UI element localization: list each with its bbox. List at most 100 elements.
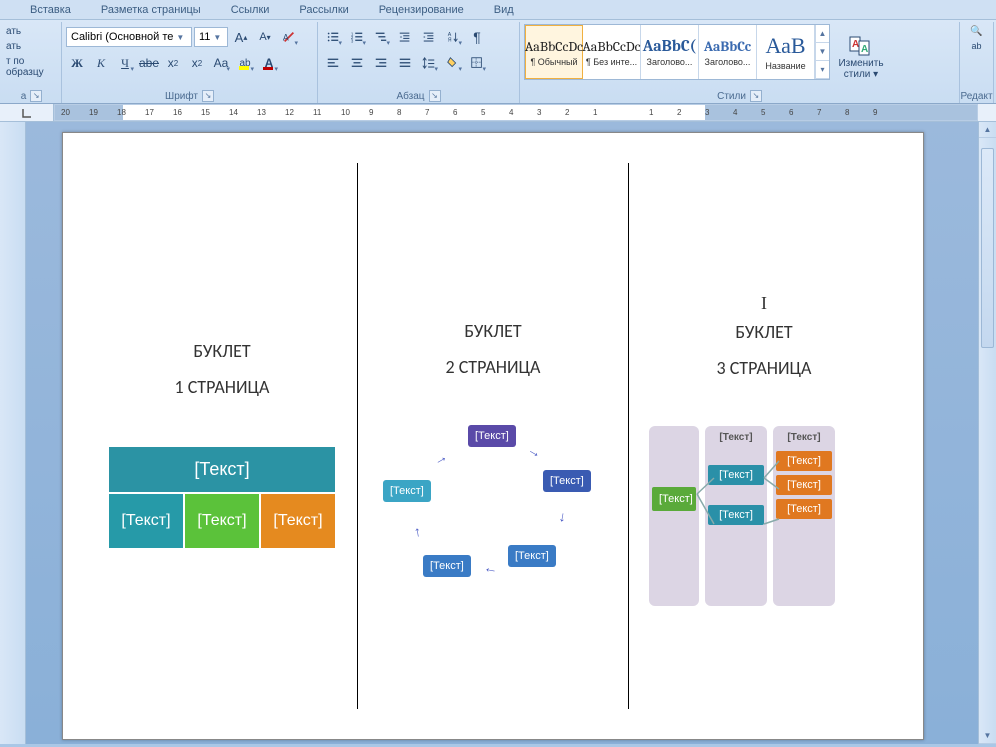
table-cell[interactable]: [Текст] — [184, 493, 260, 549]
italic-button[interactable]: К — [90, 52, 112, 74]
font-dialog-launcher[interactable]: ↘ — [202, 90, 214, 102]
scroll-track[interactable] — [979, 138, 996, 728]
cycle-node[interactable]: [Текст] — [543, 470, 591, 492]
column-2: БУКЛЕТ 2 СТРАНИЦА [Текст] [Текст] [Текст… — [358, 163, 629, 709]
table-cell[interactable]: [Текст] — [260, 493, 336, 549]
change-case-button[interactable]: Aa — [210, 52, 232, 74]
arrow-icon: → — [556, 510, 574, 527]
find-button[interactable]: 🔍 — [964, 24, 989, 39]
subscript-button[interactable]: x2 — [162, 52, 184, 74]
cut-button[interactable]: ать — [6, 24, 57, 39]
hier-col-label: [Текст] — [705, 432, 767, 443]
decrease-indent-button[interactable] — [394, 26, 416, 48]
svg-text:A: A — [283, 33, 289, 43]
shrink-font-button[interactable]: A▾ — [254, 26, 276, 48]
document-scroll[interactable]: БУКЛЕТ 1 СТРАНИЦА [Текст] [Текст] [Текст… — [26, 122, 978, 744]
tab-mailings[interactable]: Рассылки — [299, 4, 348, 16]
cycle-node[interactable]: [Текст] — [423, 555, 471, 577]
scroll-thumb[interactable] — [981, 148, 994, 348]
font-size-value: 11 — [199, 31, 210, 43]
table-header[interactable]: [Текст] — [108, 446, 336, 493]
multilevel-button[interactable] — [370, 26, 392, 48]
style-sample: AaBbCc — [704, 38, 751, 55]
superscript-button[interactable]: x2 — [186, 52, 208, 74]
gallery-scroll: ▲ ▼ ▾ — [815, 25, 829, 79]
style-title[interactable]: АаВ Название — [757, 25, 815, 79]
align-center-button[interactable] — [346, 52, 368, 74]
vertical-ruler[interactable] — [0, 122, 26, 744]
cycle-node[interactable]: [Текст] — [383, 480, 431, 502]
smartart-hierarchy[interactable]: [Текст] [Текст] [Текст] [Текст] [Текст] … — [649, 426, 879, 606]
gallery-scroll-down[interactable]: ▼ — [816, 43, 829, 61]
grow-font-button[interactable]: A▴ — [230, 26, 252, 48]
highlight-color-button[interactable]: ab — [234, 52, 256, 74]
style-heading1[interactable]: AaBbC( Заголово... — [641, 25, 699, 79]
style-nospacing[interactable]: AaBbCcDc ¶ Без инте... — [583, 25, 641, 79]
bullets-button[interactable] — [322, 26, 344, 48]
scroll-down-button[interactable]: ▼ — [979, 728, 996, 744]
strikethrough-button[interactable]: abe — [138, 52, 160, 74]
style-name: Заголово... — [701, 57, 755, 67]
shading-button[interactable] — [442, 52, 464, 74]
scroll-up-button[interactable]: ▲ — [979, 122, 996, 138]
justify-button[interactable] — [394, 52, 416, 74]
style-sample: АаВ — [765, 33, 805, 59]
format-painter-button[interactable]: т по образцу — [6, 54, 57, 80]
smartart-cycle[interactable]: [Текст] [Текст] [Текст] [Текст] [Текст] … — [378, 425, 608, 605]
font-family-combo[interactable]: Calibri (Основной те▼ — [66, 27, 192, 47]
hier-col-label: [Текст] — [773, 432, 835, 443]
tab-references[interactable]: Ссылки — [231, 4, 270, 16]
tab-selector[interactable] — [0, 104, 54, 121]
align-right-button[interactable] — [370, 52, 392, 74]
show-marks-button[interactable]: ¶ — [466, 26, 488, 48]
document-area: БУКЛЕТ 1 СТРАНИЦА [Текст] [Текст] [Текст… — [0, 122, 996, 744]
tab-insert[interactable]: Вставка — [30, 4, 71, 16]
hier-node[interactable]: [Текст] — [776, 499, 832, 519]
hier-node[interactable]: [Текст] — [776, 475, 832, 495]
tab-review[interactable]: Рецензирование — [379, 4, 464, 16]
styles-dialog-launcher[interactable]: ↘ — [750, 90, 762, 102]
bold-button[interactable]: Ж — [66, 52, 88, 74]
gallery-scroll-up[interactable]: ▲ — [816, 25, 829, 43]
style-heading2[interactable]: AaBbCc Заголово... — [699, 25, 757, 79]
replace-button[interactable]: ab — [964, 39, 989, 53]
paragraph-dialog-launcher[interactable]: ↘ — [429, 90, 441, 102]
hier-node[interactable]: [Текст] — [708, 505, 764, 525]
horizontal-ruler[interactable]: 2019181716151413121110987654321123456789 — [54, 104, 978, 121]
group-label-styles: Стили — [717, 91, 746, 102]
hier-node[interactable]: [Текст] — [776, 451, 832, 471]
line-spacing-button[interactable] — [418, 52, 440, 74]
underline-button[interactable]: Ч — [114, 52, 136, 74]
style-sample: AaBbC( — [643, 37, 696, 55]
copy-button[interactable]: ать — [6, 39, 57, 54]
change-styles-label1: Изменить — [838, 58, 883, 69]
tab-pagelayout[interactable]: Разметка страницы — [101, 4, 201, 16]
tab-view[interactable]: Вид — [494, 4, 514, 16]
arrow-icon: → — [482, 564, 499, 582]
align-left-button[interactable] — [322, 52, 344, 74]
table-cell[interactable]: [Текст] — [108, 493, 184, 549]
sort-button[interactable]: AЯ — [442, 26, 464, 48]
font-size-combo[interactable]: 11▼ — [194, 27, 228, 47]
gallery-expand[interactable]: ▾ — [816, 61, 829, 79]
style-normal[interactable]: AaBbCcDc ¶ Обычный — [525, 25, 583, 79]
numbering-button[interactable]: 123 — [346, 26, 368, 48]
cycle-node[interactable]: [Текст] — [468, 425, 516, 447]
smartart-table[interactable]: [Текст] [Текст] [Текст] [Текст] — [107, 445, 337, 550]
hier-node[interactable]: [Текст] — [708, 465, 764, 485]
hier-node[interactable]: [Текст] — [652, 487, 696, 511]
change-styles-button[interactable]: AA Изменить стили ▾ — [834, 24, 888, 89]
hier-col-2: [Текст] [Текст] [Текст] — [705, 426, 767, 606]
group-editing: 🔍 ab Редакт — [960, 22, 994, 103]
clipboard-dialog-launcher[interactable]: ↘ — [30, 90, 42, 102]
arrow-icon: → — [525, 441, 545, 462]
increase-indent-button[interactable] — [418, 26, 440, 48]
clear-format-button[interactable]: A — [278, 26, 300, 48]
borders-button[interactable] — [466, 52, 488, 74]
group-label-font: Шрифт — [165, 91, 198, 102]
page[interactable]: БУКЛЕТ 1 СТРАНИЦА [Текст] [Текст] [Текст… — [62, 132, 924, 740]
group-label-clipboard: а — [21, 91, 27, 102]
vertical-scrollbar[interactable]: ▲ ▼ — [978, 122, 996, 744]
font-color-button[interactable]: A — [258, 52, 280, 74]
cycle-node[interactable]: [Текст] — [508, 545, 556, 567]
